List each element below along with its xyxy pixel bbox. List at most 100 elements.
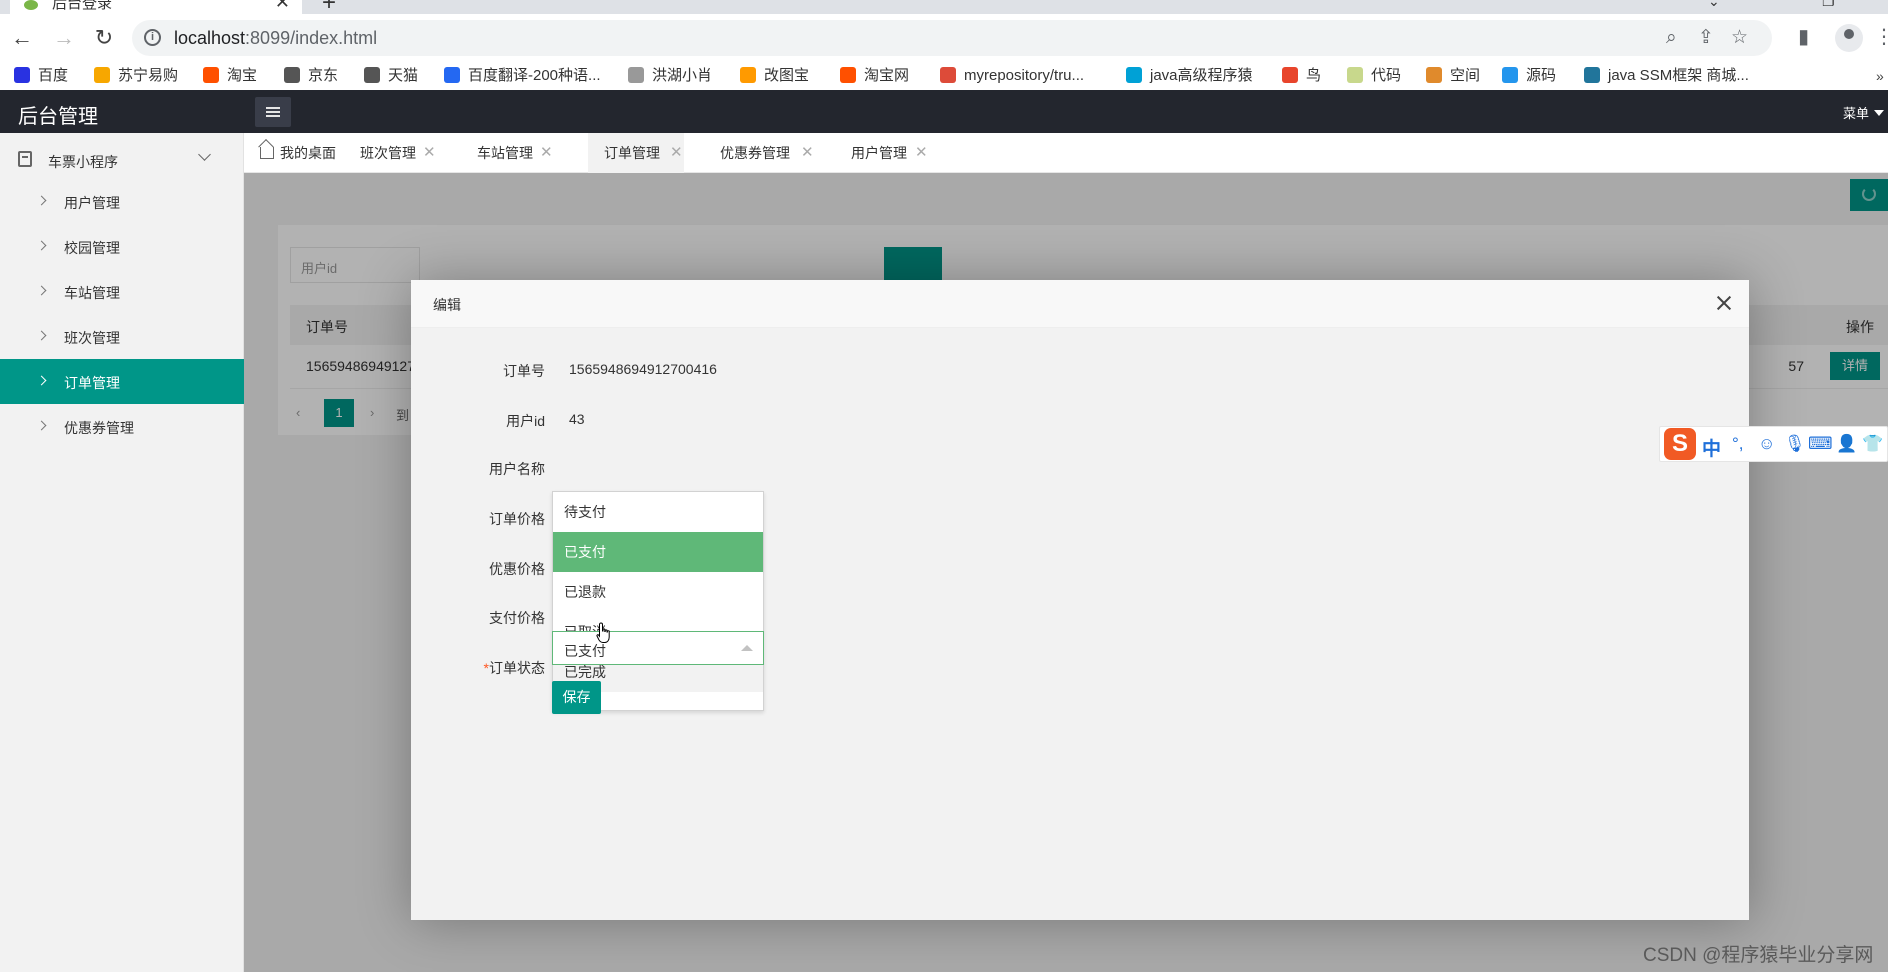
sidepanel-icon[interactable]: ▮ [1798,26,1809,48]
header-menu-dropdown[interactable]: 菜单 [1843,103,1884,122]
tab-close-icon[interactable]: ✕ [670,133,683,173]
more-icon[interactable]: ⋮ [1874,26,1888,48]
user-name-label: 用户名称 [489,461,545,477]
reload-icon[interactable]: ↻ [90,24,118,52]
sidebar-item-label: 优惠券管理 [64,420,134,436]
order-status-value: 已支付 [564,643,606,659]
bookmark-item[interactable]: 改图宝 [740,66,809,86]
new-tab-button[interactable]: + [322,0,336,14]
chevron-down-icon [198,148,211,161]
bookmark-favicon-icon [1347,67,1363,83]
forward-icon[interactable]: → [50,24,78,52]
sidebar-item-campus[interactable]: 校园管理 [0,224,244,269]
tab-close-icon[interactable]: ✕ [801,133,814,173]
punctuation-icon[interactable]: °, [1732,435,1744,453]
bookmark-item[interactable]: 天猫 [364,66,418,86]
sidebar-group-label: 车票小程序 [48,154,118,170]
bookmark-item[interactable]: 京东 [284,66,338,86]
bookmark-favicon-icon [940,67,956,83]
bookmark-item[interactable]: 代码 [1347,66,1401,86]
tab-users[interactable]: 用户管理 ✕ [835,133,935,173]
sidebar-item-coupons[interactable]: 优惠券管理 [0,404,244,449]
bookmark-item[interactable]: myrepository/tru... [940,66,1084,86]
tab-close-icon[interactable]: ✕ [423,133,436,173]
bookmark-favicon-icon [1126,67,1142,83]
user-id-value: 43 [569,411,585,427]
tab-my-desktop[interactable]: 我的桌面 [244,133,344,173]
chevron-right-icon [36,330,47,341]
bookmark-favicon-icon [203,67,219,83]
status-option[interactable]: 已退款 [553,572,763,612]
sogou-logo-icon[interactable]: S [1664,428,1696,460]
bookmark-item[interactable]: 苏宁易购 [94,66,178,86]
status-option[interactable]: 待支付 [553,492,763,532]
bookmark-item[interactable]: 鸟 [1282,66,1321,86]
browser-tabstrip: 后台登录 ✕ + ⌄ ❐ [0,0,1888,14]
status-option-selected[interactable]: 已支付 [553,532,763,572]
app-header: 后台管理 菜单 [0,90,1888,133]
tab-coupons[interactable]: 优惠券管理 ✕ [704,133,814,173]
bookmark-favicon-icon [284,67,300,83]
url-field[interactable]: i localhost:8099/index.html ⌕ ⇪ ☆ [132,20,1772,56]
back-icon[interactable]: ← [8,24,36,52]
order-status-select[interactable]: 已支付 [552,631,764,665]
keyboard-icon[interactable]: ⌨ [1808,435,1833,453]
star-icon[interactable]: ☆ [1731,28,1748,48]
sidebar-item-stations[interactable]: 车站管理 [0,269,244,314]
sidebar-group-ticket-app[interactable]: 车票小程序 [0,137,244,179]
bookmark-item[interactable]: 淘宝网 [840,66,909,86]
tab-search-icon[interactable]: ⌄ [1708,0,1720,8]
order-price-label: 订单价格 [489,511,545,527]
info-icon[interactable]: i [144,29,161,46]
status-dropdown-list: 待支付 已支付 已退款 已取消 已完成 [552,491,764,711]
save-button[interactable]: 保存 [552,681,601,714]
bookmarks-bar: 百度 苏宁易购 淘宝 京东 天猫 百度翻译-200种语... 洪湖小肖 改图宝 … [0,62,1888,90]
caret-up-icon [741,645,753,651]
bookmark-favicon-icon [628,67,644,83]
skin-icon[interactable]: 👕 [1862,435,1883,453]
bookmark-item[interactable]: 百度翻译-200种语... [444,66,601,86]
browser-tab-close-icon[interactable]: ✕ [275,0,290,11]
tab-stations[interactable]: 车站管理 ✕ [461,133,561,173]
bookmark-item[interactable]: 淘宝 [203,66,257,86]
sidebar-item-schedules[interactable]: 班次管理 [0,314,244,359]
chevron-right-icon [36,195,47,206]
tab-orders[interactable]: 订单管理 ✕ [588,133,684,174]
user-id-label: 用户id [506,413,545,429]
tab-schedules[interactable]: 班次管理 ✕ [344,133,444,173]
bookmark-item[interactable]: 空间 [1426,66,1480,86]
tab-close-icon[interactable]: ✕ [915,133,928,173]
sidebar-item-label: 用户管理 [64,195,120,211]
bookmark-favicon-icon [1426,67,1442,83]
menu-toggle-button[interactable] [255,97,291,127]
app-title: 后台管理 [18,106,98,128]
bookmark-item[interactable]: java SSM框架 商城... [1584,66,1749,86]
user-icon[interactable]: 👤 [1836,435,1857,453]
bookmarks-more-icon[interactable]: » [1876,68,1884,84]
address-bar-row: ← → ↻ i localhost:8099/index.html ⌕ ⇪ ☆ … [0,14,1888,62]
browser-tab[interactable]: 后台登录 ✕ [10,0,302,14]
bookmark-item[interactable]: 百度 [14,66,68,86]
home-icon [260,147,274,159]
bookmark-favicon-icon [14,67,30,83]
restore-window-icon[interactable]: ❐ [1822,0,1835,8]
zoom-icon[interactable]: ⌕ [1666,28,1677,48]
bookmark-item[interactable]: 洪湖小肖 [628,66,712,86]
chevron-right-icon [36,285,47,296]
sidebar-item-label: 校园管理 [64,240,120,256]
chevron-right-icon [36,420,47,431]
tab-close-icon[interactable]: ✕ [540,133,553,173]
share-icon[interactable]: ⇪ [1698,28,1714,48]
sidebar-item-orders[interactable]: 订单管理 [0,359,244,404]
profile-icon[interactable] [1835,24,1863,52]
order-no-label: 订单号 [503,363,545,379]
bookmark-favicon-icon [1502,67,1518,83]
bookmark-item[interactable]: java高级程序猿 [1126,66,1253,86]
bookmark-item[interactable]: 源码 [1502,66,1556,86]
sidebar-item-users[interactable]: 用户管理 [0,179,244,224]
microphone-icon[interactable]: 🎙 [1784,435,1806,453]
app-group-icon [18,151,32,167]
close-icon[interactable] [1713,292,1735,314]
ime-mode-toggle[interactable]: 中 [1702,434,1721,461]
emoji-icon[interactable]: ☺ [1758,435,1775,453]
